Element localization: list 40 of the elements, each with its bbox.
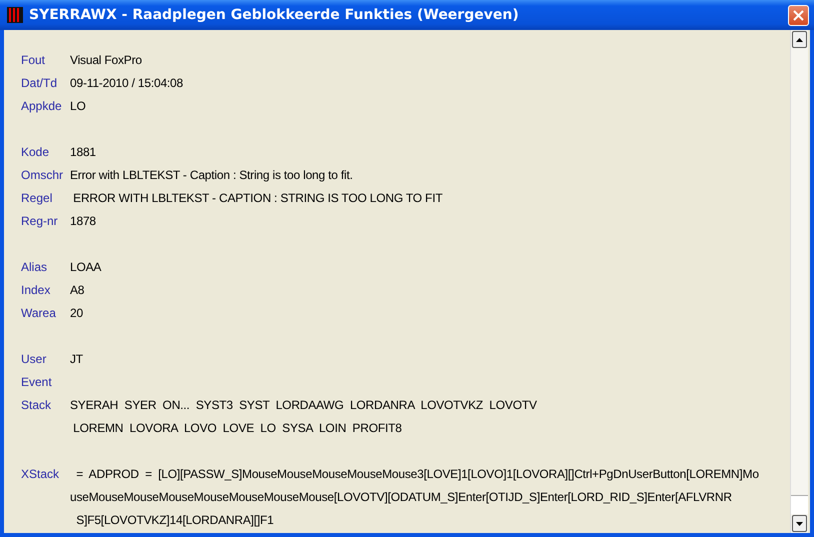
- scroll-up-button[interactable]: [792, 31, 807, 48]
- scroll-down-button[interactable]: [792, 515, 807, 532]
- field-label: Kode: [21, 144, 50, 161]
- window-title: SYERRAWX - Raadplegen Geblokkeerde Funkties (Weergeven): [29, 7, 520, 23]
- down-arrow-icon: [796, 522, 803, 526]
- field-label: Omschr: [21, 167, 64, 184]
- field-value: 09-11-2010 / 15:04:08: [70, 75, 184, 92]
- app-icon: [7, 7, 23, 23]
- field-label: Index: [21, 282, 52, 299]
- field-label: User: [21, 351, 48, 368]
- field-label: Regel: [21, 190, 54, 207]
- field-value: S]F5[LOVOTVKZ]14[LORDANRA][]F1: [75, 512, 274, 529]
- field-value: ERROR WITH LBLTEKST - CAPTION : STRING IS TOO LONG TO FIT: [72, 190, 442, 207]
- field-value: A8: [70, 282, 84, 299]
- field-label: Dat/Td: [21, 75, 58, 92]
- field-label: Stack: [21, 397, 52, 414]
- field-label: Reg-nr: [21, 213, 59, 230]
- field-value: LOAA: [70, 259, 102, 276]
- field-label: Alias: [21, 259, 48, 276]
- field-label: Event: [21, 374, 53, 391]
- field-value: LO: [70, 98, 86, 115]
- scrollbar[interactable]: [790, 30, 808, 533]
- field-label: Appkde: [21, 98, 63, 115]
- field-value: LOREMN LOVORA LOVO LOVE LO SYSA LOIN PROFIT8: [72, 420, 402, 437]
- field-value: JT: [70, 351, 83, 368]
- field-value: Visual FoxPro: [70, 52, 142, 69]
- field-value: Error with LBLTEKST - Caption : String is too long to fit.: [70, 167, 353, 184]
- field-value: 1881: [70, 144, 96, 161]
- scroll-thumb[interactable]: [791, 495, 808, 514]
- field-value: SYERAH SYER ON... SYST3 SYST LORDAAWG LORDANRA LOVOTVKZ LOVOTV: [70, 397, 537, 414]
- field-value: useMouseMouseMouseMouseMouseMouseMouse[LOVOTV][ODATUM_S]Enter[OTIJD_S]Enter[LORD_RID_S]Enter[AFLVRNR: [70, 489, 732, 506]
- field-value: = ADPROD = [LO][PASSW_S]MouseMouseMouseMouseMouse3[LOVE]1[LOVO]1[LOVORA][]Ctrl+PgDnUserButton[LOREMN]Mo: [75, 466, 759, 483]
- field-label: XStack: [21, 466, 60, 483]
- up-arrow-icon: [796, 38, 803, 42]
- close-button[interactable]: [788, 4, 809, 26]
- field-label: Warea: [21, 305, 57, 322]
- close-icon: [793, 10, 804, 20]
- field-label: Fout: [21, 52, 46, 69]
- field-value: 1878: [70, 213, 96, 230]
- field-value: 20: [70, 305, 83, 322]
